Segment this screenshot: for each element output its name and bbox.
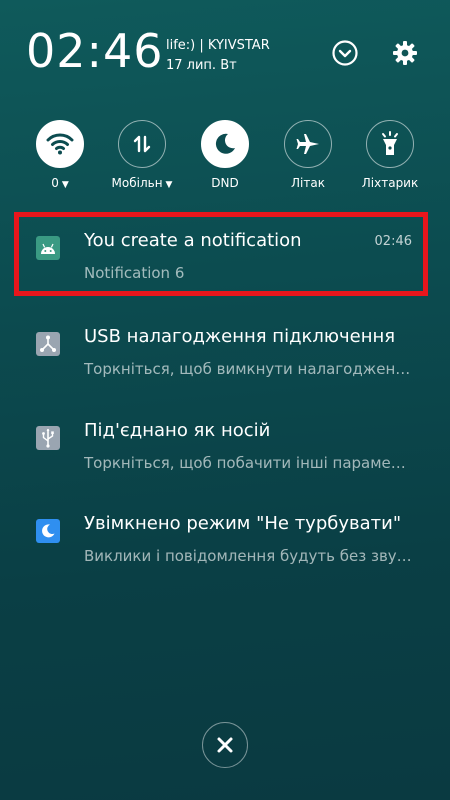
toggle-label: Літак [291,176,325,190]
carrier-name: life:) | KYIVSTAR [166,38,270,53]
date-text: 17 лип. Вт [166,58,237,73]
toggle-flashlight[interactable]: Ліхтарик [348,120,432,190]
notification-title: Увімкнено режим "Не турбувати" [84,513,402,534]
notification-body: Виклики і повідомлення будуть без звуку [84,547,414,565]
toggle-airplane[interactable]: Літак [266,120,350,190]
toggle-wifi[interactable]: 0 ▼ [18,120,102,190]
notification-title: USB налагодження підключення [84,326,396,347]
notification-item[interactable]: Увімкнено режим "Не турбувати" Виклики і… [20,497,430,577]
notification-title: You create a notification [84,230,302,251]
notification-body: Торкніться, щоб вимкнути налагодження US… [84,360,414,378]
flashlight-icon[interactable] [366,120,414,168]
notification-title: Під'єднано як носій [84,420,271,441]
mobile-data-icon[interactable] [118,120,166,168]
notification-time: 02:46 [374,234,412,249]
toggle-label: Мобільн ▼ [111,176,173,190]
notification-body: Notification 6 [84,264,185,282]
toggle-label: Ліхтарик [361,176,419,190]
usb-debug-icon [36,332,60,356]
toggle-dnd[interactable]: DND [183,120,267,190]
close-icon[interactable] [202,722,248,768]
android-icon [36,236,60,260]
carrier-info: life:) | KYIVSTAR 17 лип. Вт [166,36,270,76]
notification-item[interactable]: You create a notification 02:46 Notifica… [20,214,430,294]
usb-icon [36,426,60,450]
clock: 02:46 [26,24,164,78]
notification-item[interactable]: USB налагодження підключення Торкніться,… [20,310,430,390]
gear-icon[interactable] [390,38,420,68]
toggle-label: DND [211,176,239,190]
moon-icon [36,519,60,543]
chevron-down-icon[interactable] [330,38,360,68]
toggle-mobile-data[interactable]: Мобільн ▼ [100,120,184,190]
quick-settings: 0 ▼ Мобільн ▼ DND Літак Ліхтарик [0,120,450,200]
wifi-icon[interactable] [36,120,84,168]
moon-icon[interactable] [201,120,249,168]
notification-body: Торкніться, щоб побачити інші параметри [84,454,414,472]
toggle-label: 0 ▼ [51,176,69,190]
notification-item[interactable]: Під'єднано як носій Торкніться, щоб поба… [20,404,430,484]
airplane-icon[interactable] [284,120,332,168]
